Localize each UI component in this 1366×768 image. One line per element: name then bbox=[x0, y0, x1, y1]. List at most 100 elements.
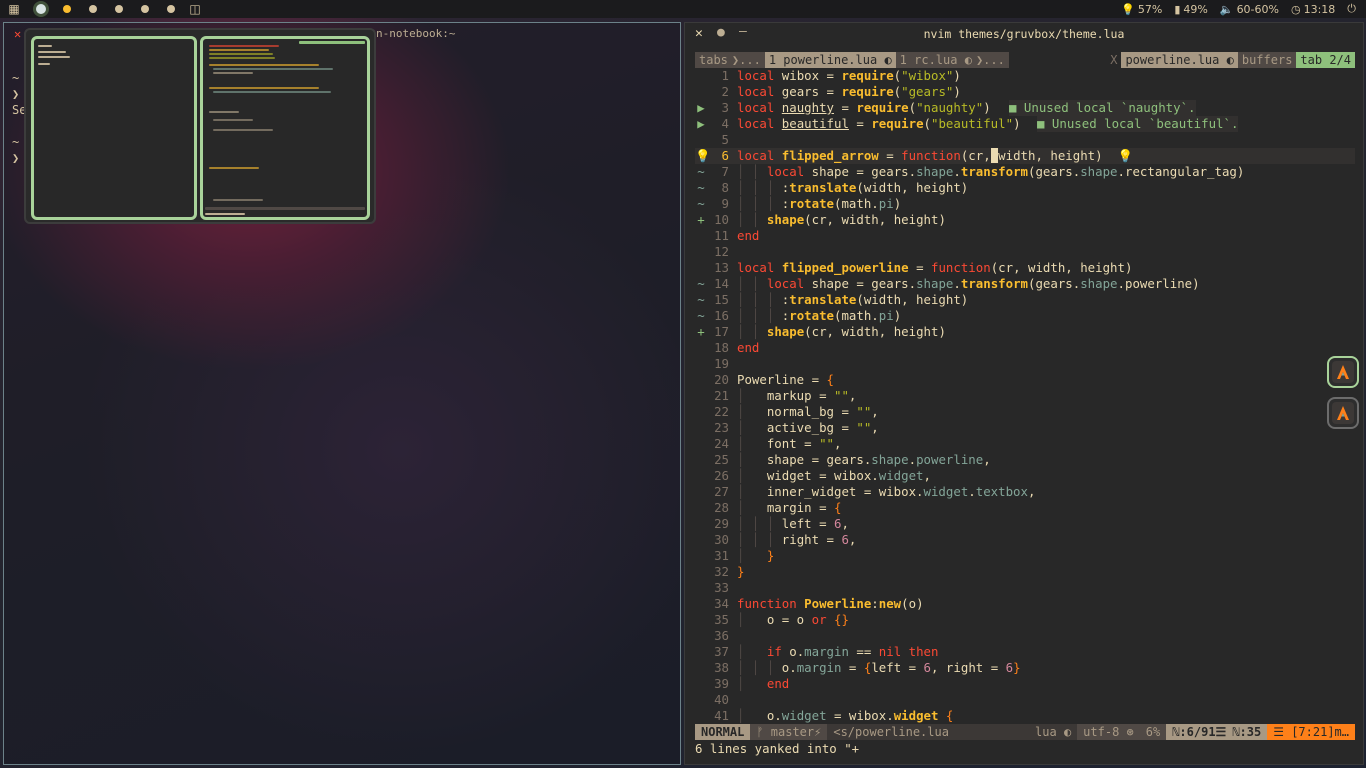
code-line[interactable]: 41 │ o.widget = wibox.widget { bbox=[695, 708, 1355, 724]
window-thumbnail[interactable] bbox=[200, 36, 370, 220]
alacritty-icon[interactable] bbox=[1327, 397, 1359, 429]
workspace-4[interactable] bbox=[106, 0, 132, 18]
line-number: 20 bbox=[714, 372, 729, 387]
code-line[interactable]: ~15 │ │ │ :translate(width, height) bbox=[695, 292, 1355, 308]
code-line[interactable]: ~14 │ │ local shape = gears.shape.transfo… bbox=[695, 276, 1355, 292]
diagnostic-virtual-text: ■ Unused local `naughty`. bbox=[1009, 100, 1196, 116]
line-number: 12 bbox=[714, 244, 729, 259]
power-icon[interactable]: ⏻ bbox=[1347, 2, 1356, 16]
code-line[interactable]: 37 │ if o.margin == nil then bbox=[695, 644, 1355, 660]
line-number: 38 bbox=[714, 660, 729, 675]
code-line[interactable]: 26 │ widget = wibox.widget, bbox=[695, 468, 1355, 484]
code-line[interactable]: 18 end bbox=[695, 340, 1355, 356]
code-line[interactable]: 33 bbox=[695, 580, 1355, 596]
code-line[interactable]: ~8 │ │ │ :translate(width, height) bbox=[695, 180, 1355, 196]
code-line[interactable]: 31 │ } bbox=[695, 548, 1355, 564]
code-line[interactable]: +10 │ │ shape(cr, width, height) bbox=[695, 212, 1355, 228]
line-number: 2 bbox=[721, 84, 729, 99]
code-line[interactable]: 20 Powerline = { bbox=[695, 372, 1355, 388]
code-line[interactable]: 2 local gears = require("gears") bbox=[695, 84, 1355, 100]
code-line[interactable]: 38 │ │ │ o.margin = {left = 6, right = 6} bbox=[695, 660, 1355, 676]
tabs-overflow-right[interactable]: ❯... bbox=[975, 52, 1009, 68]
line-number: 10 bbox=[714, 212, 729, 227]
code-line[interactable]: +17 │ │ shape(cr, width, height) bbox=[695, 324, 1355, 340]
current-buffer[interactable]: powerline.lua ◐ bbox=[1121, 52, 1238, 68]
line-number: 31 bbox=[714, 548, 729, 563]
code-line[interactable]: 34 function Powerline:new(o) bbox=[695, 596, 1355, 612]
code-line[interactable]: 24 │ font = "", bbox=[695, 436, 1355, 452]
code-line[interactable]: 21 │ markup = "", bbox=[695, 388, 1355, 404]
code-line[interactable]: 12 bbox=[695, 244, 1355, 260]
workspace-1[interactable] bbox=[28, 0, 54, 18]
file-path: <s/powerline.lua bbox=[833, 725, 949, 739]
code-line[interactable]: 36 bbox=[695, 628, 1355, 644]
window-title: nvim themes/gruvbox/theme.lua bbox=[923, 27, 1125, 41]
code-line[interactable]: 1 local wibox = require("wibox") bbox=[695, 68, 1355, 84]
code-line[interactable]: ~9 │ │ │ :rotate(math.pi) bbox=[695, 196, 1355, 212]
code-text: local flipped_arrow = function(cr, width… bbox=[737, 148, 1133, 163]
code-line[interactable]: 28 │ margin = { bbox=[695, 500, 1355, 516]
code-line[interactable]: 30 │ │ │ right = 6, bbox=[695, 532, 1355, 548]
code-text: │ │ │ :rotate(math.pi) bbox=[737, 308, 902, 323]
volume-widget[interactable]: 🔈 60-60% bbox=[1220, 3, 1279, 16]
tab-powerline[interactable]: 1 powerline.lua ◐ bbox=[764, 52, 896, 68]
code-line[interactable]: 23 │ active_bg = "", bbox=[695, 420, 1355, 436]
tabs-overflow-left[interactable]: ❯... bbox=[731, 52, 765, 68]
code-text: │ │ │ :rotate(math.pi) bbox=[737, 196, 902, 211]
code-text: │ │ shape(cr, width, height) bbox=[737, 212, 946, 227]
window-thumbnail[interactable] bbox=[31, 36, 197, 220]
code-line[interactable]: 29 │ │ │ left = 6, bbox=[695, 516, 1355, 532]
lua-icon: ◐ bbox=[884, 53, 892, 67]
nvim-titlebar[interactable]: ✕ ● — nvim themes/gruvbox/theme.lua bbox=[685, 23, 1363, 45]
code-text: │ inner_widget = wibox.widget.textbox, bbox=[737, 484, 1036, 499]
line-number: 16 bbox=[714, 308, 729, 323]
code-line[interactable]: ~16 │ │ │ :rotate(math.pi) bbox=[695, 308, 1355, 324]
code-line[interactable]: 💡 6 local flipped_arrow = function(cr, wid… bbox=[695, 148, 1355, 164]
code-line[interactable]: 5 bbox=[695, 132, 1355, 148]
buffers-label[interactable]: buffers bbox=[1237, 52, 1297, 68]
battery-widget[interactable]: ▮ 49% bbox=[1174, 3, 1208, 16]
tile-layout-icon[interactable]: ◫ bbox=[184, 0, 206, 18]
line-number: 37 bbox=[714, 644, 729, 659]
code-line[interactable]: ▶ 4 local beautiful = require("beautiful")… bbox=[695, 116, 1355, 132]
brightness-widget[interactable]: 💡 57% bbox=[1121, 3, 1162, 16]
code-text: local wibox = require("wibox") bbox=[737, 68, 961, 83]
code-line[interactable]: 35 │ o = o or {} bbox=[695, 612, 1355, 628]
code-line[interactable]: 39 │ end bbox=[695, 676, 1355, 692]
line-number: 9 bbox=[721, 196, 729, 211]
code-line[interactable]: 13 local flipped_powerline = function(cr,… bbox=[695, 260, 1355, 276]
whitespace-warning: ☰ [7:21]m… bbox=[1267, 724, 1355, 740]
workspace-dot-icon bbox=[89, 5, 97, 13]
code-line[interactable]: 11 end bbox=[695, 228, 1355, 244]
tab-label: 1 powerline.lua bbox=[768, 53, 878, 67]
command-line[interactable]: 6 lines yanked into "+ bbox=[695, 741, 859, 756]
grid-icon[interactable]: ▦ bbox=[0, 0, 28, 18]
code-line[interactable]: ~7 │ │ local shape = gears.shape.transfor… bbox=[695, 164, 1355, 180]
lightbulb-icon: 💡 bbox=[1121, 2, 1135, 16]
nvim-window[interactable]: ✕ ● — nvim themes/gruvbox/theme.lua tabs… bbox=[684, 22, 1364, 765]
code-line[interactable]: 40 bbox=[695, 692, 1355, 708]
workspace-3[interactable] bbox=[80, 0, 106, 18]
workspace-2[interactable] bbox=[54, 0, 80, 18]
close-buffer-button[interactable]: X bbox=[1106, 52, 1121, 68]
workspace-5[interactable] bbox=[132, 0, 158, 18]
close-icon[interactable]: ✕ bbox=[14, 27, 21, 41]
workspace-dot-icon bbox=[141, 5, 149, 13]
git-sign: ~ bbox=[697, 180, 705, 195]
code-line[interactable]: ▶ 3 local naughty = require("naughty") ■ Un… bbox=[695, 100, 1355, 116]
line-number: 32 bbox=[714, 564, 729, 579]
code-line[interactable]: 27 │ inner_widget = wibox.widget.textbox, bbox=[695, 484, 1355, 500]
code-text: │ shape = gears.shape.powerline, bbox=[737, 452, 991, 467]
clock-widget[interactable]: ◷ 13:18 bbox=[1291, 3, 1335, 16]
code-text: local gears = require("gears") bbox=[737, 84, 961, 99]
workspace-6[interactable] bbox=[158, 0, 184, 18]
alacritty-icon[interactable] bbox=[1327, 356, 1359, 388]
tab-rc[interactable]: 1 rc.lua ◐ bbox=[895, 52, 976, 68]
code-editor[interactable]: 1 local wibox = require("wibox") 2 local ge… bbox=[695, 68, 1355, 724]
scroll-percent: 6% bbox=[1139, 724, 1167, 740]
line-number: 21 bbox=[714, 388, 729, 403]
code-line[interactable]: 19 bbox=[695, 356, 1355, 372]
code-line[interactable]: 22 │ normal_bg = "", bbox=[695, 404, 1355, 420]
code-line[interactable]: 32} bbox=[695, 564, 1355, 580]
code-line[interactable]: 25 │ shape = gears.shape.powerline, bbox=[695, 452, 1355, 468]
